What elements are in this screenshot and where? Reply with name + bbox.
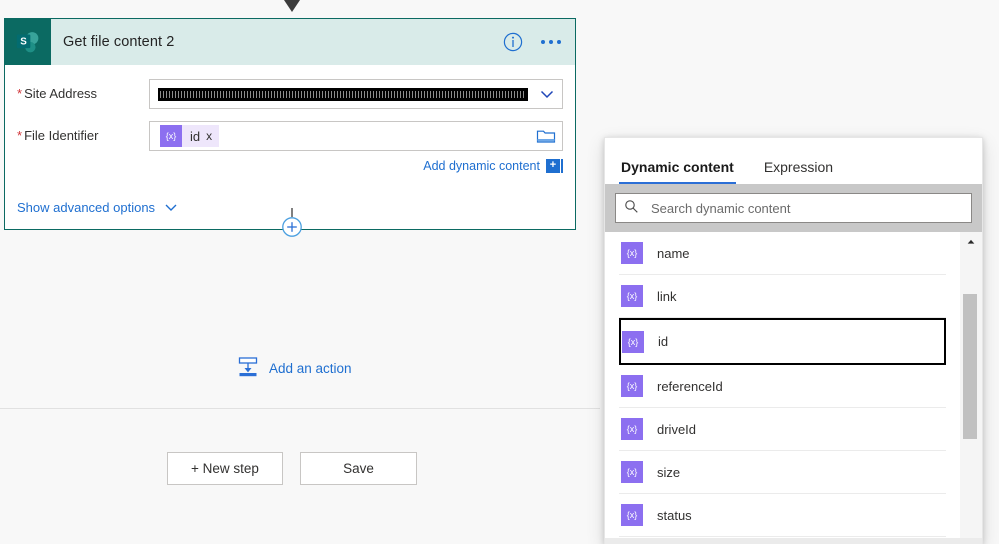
designer-footer: + New step Save [0,409,600,544]
add-dynamic-content-row: Add dynamic content + [17,159,563,173]
ellipsis-icon[interactable] [539,36,563,48]
search-input[interactable] [649,199,963,217]
chevron-down-icon[interactable] [538,85,556,103]
dynamic-content-item[interactable]: {x} size [619,451,946,494]
dynamic-content-item[interactable]: {x} name [619,232,946,275]
dynamic-content-item[interactable]: {x} link [619,275,946,318]
action-card-body: * Site Address * File Identifier {x} id … [5,65,575,189]
dynamic-content-item-label: size [657,464,681,480]
field-site-address-label: * Site Address [17,79,149,101]
dynamic-content-scrollbar[interactable] [960,232,982,538]
add-dynamic-content-caret [561,159,563,173]
dynamic-token-icon: {x} [621,418,643,440]
dynamic-token-chip[interactable]: {x} id x [160,125,220,147]
dynamic-token-label: id [190,128,201,144]
action-card-header: S Get file content 2 [5,19,575,65]
caret-up-icon[interactable] [960,232,982,252]
site-address-input[interactable] [149,79,563,109]
field-file-identifier-control: {x} id x [149,121,563,151]
dynamic-content-item[interactable]: {x} referenceId [619,365,946,408]
dynamic-token-icon: {x} [621,504,643,526]
add-dynamic-content-plus-button[interactable]: + [546,159,560,173]
field-file-identifier: * File Identifier {x} id x [17,121,563,151]
info-icon[interactable] [503,32,523,52]
file-identifier-input[interactable]: {x} id x [149,121,563,151]
dynamic-content-search-area [605,184,982,232]
save-button[interactable]: Save [300,452,417,485]
field-site-address: * Site Address [17,79,563,109]
search-icon [624,199,639,217]
field-file-identifier-label-text: File Identifier [24,128,99,143]
required-marker: * [17,128,23,143]
add-an-action-label: Add an action [269,361,352,376]
dynamic-content-item[interactable]: {x} id [619,318,946,365]
dynamic-content-item-label: name [657,245,690,261]
dynamic-token-icon: {x} [621,375,643,397]
tab-dynamic-content[interactable]: Dynamic content [619,159,736,184]
dynamic-token-icon: {x} [621,285,643,307]
plus-circle-icon[interactable] [277,208,307,242]
action-card-title: Get file content 2 [63,34,175,50]
add-an-action-button[interactable]: Add an action [237,356,352,381]
required-marker: * [17,86,23,101]
dynamic-token-icon: {x} [621,461,643,483]
scrollbar-thumb[interactable] [963,294,977,439]
new-step-button[interactable]: + New step [167,452,283,485]
folder-picker-icon[interactable] [536,128,556,144]
dynamic-content-item-label: referenceId [657,378,723,394]
dynamic-content-item-label: driveId [657,421,697,437]
dynamic-content-panel: Dynamic content Expression {x} name {x} lin… [604,137,983,544]
dynamic-token-icon: {x} [160,125,182,147]
dynamic-content-list: {x} name {x} link {x} id {x} referenceId {x} driv… [605,232,960,537]
search-box[interactable] [615,193,972,223]
field-site-address-control [149,79,563,109]
dynamic-content-item-label: status [657,507,692,523]
tab-expression[interactable]: Expression [762,159,835,184]
dynamic-content-item-label: link [657,288,677,304]
dynamic-content-list-wrap: {x} name {x} link {x} id {x} referenceId {x} driv… [605,232,982,538]
dynamic-content-tabs: Dynamic content Expression [605,138,982,184]
arrow-down-icon [275,0,309,14]
add-dynamic-content-link[interactable]: Add dynamic content [423,159,540,173]
svg-text:S: S [20,36,27,47]
action-card-get-file-content[interactable]: S Get file content 2 * Site Address * Fi… [4,18,576,230]
show-advanced-options-label[interactable]: Show advanced options [17,200,155,215]
site-address-redacted-value [158,87,528,101]
chevron-down-icon[interactable] [163,199,179,215]
field-site-address-label-text: Site Address [24,86,98,101]
sharepoint-icon: S [5,19,51,65]
flow-canvas: S Get file content 2 * Site Address * Fi… [0,0,600,409]
dynamic-content-item[interactable]: {x} driveId [619,408,946,451]
field-file-identifier-label: * File Identifier [17,121,149,143]
insert-action-icon [237,356,259,381]
dynamic-content-item-label: id [658,334,669,349]
action-card-header-actions [503,19,563,65]
dynamic-content-panel-footer [605,538,982,544]
dynamic-token-icon: {x} [621,242,643,264]
dynamic-token-icon: {x} [622,330,644,353]
remove-token-icon[interactable]: x [206,130,219,142]
dynamic-content-item[interactable]: {x} status [619,494,946,537]
